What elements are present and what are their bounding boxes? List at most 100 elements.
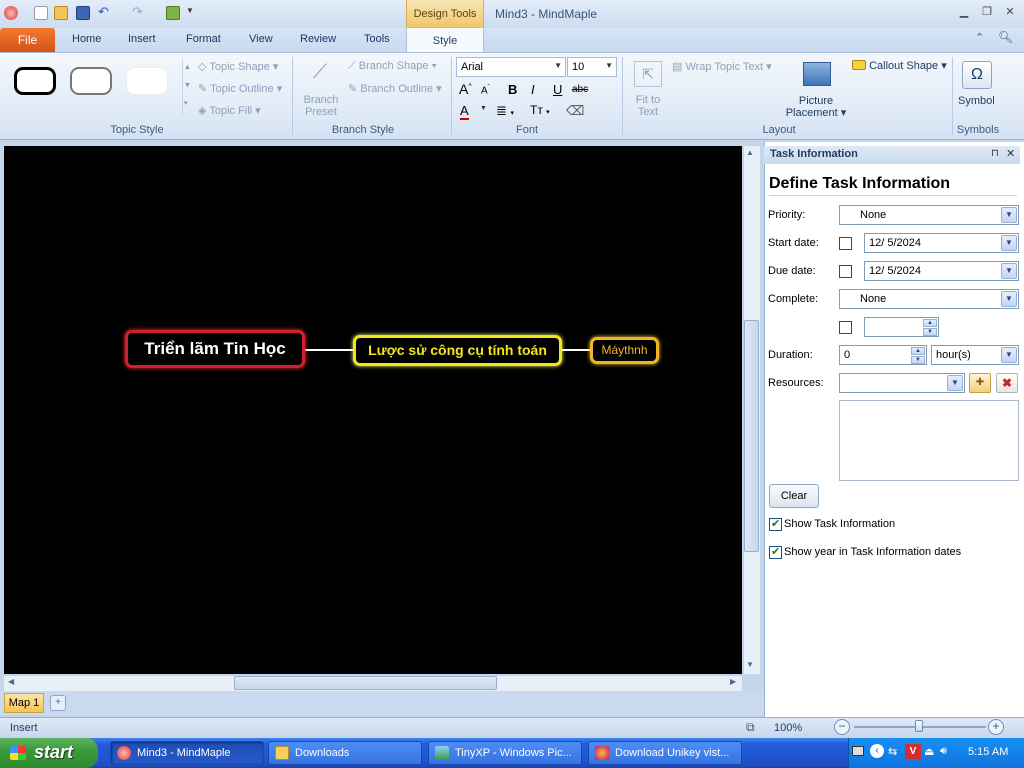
show-year-label: Show year in Task Information dates [784, 546, 962, 558]
branch-preset-icon: ⟋ [313, 61, 327, 83]
scroll-up-icon[interactable]: ▲ [746, 148, 754, 157]
taskbar-item-picture-viewer[interactable]: TinyXP - Windows Pic... [428, 741, 582, 765]
open-folder-icon[interactable] [54, 6, 68, 20]
search-icon[interactable]: 🔍︎ [998, 30, 1013, 44]
shrink-font-icon[interactable]: Aˇ [481, 85, 490, 96]
taskbar-item-browser[interactable]: Download Unikey vist... [588, 741, 742, 765]
underline-button[interactable]: U [553, 82, 562, 97]
leaf-topic[interactable]: Máythnh [590, 337, 659, 364]
due-date-picker[interactable]: 12/ 5/2024 ▼ [864, 261, 1019, 281]
folder-icon [275, 746, 289, 760]
resources-list[interactable] [839, 400, 1019, 481]
horizontal-scroll-thumb[interactable] [234, 676, 497, 690]
qat-dropdown-icon[interactable]: ▼ [186, 6, 200, 20]
help-collapse-icon[interactable]: ⌃ [975, 31, 984, 44]
windows-logo-icon [10, 746, 26, 760]
fit-map-icon[interactable]: ⧉ [746, 720, 755, 735]
minimize-button[interactable]: ▁ [957, 6, 971, 18]
clear-format-icon[interactable]: ⌫ [566, 103, 584, 119]
app-logo-icon[interactable] [4, 6, 18, 20]
scroll-down-icon[interactable]: ▼ [746, 660, 754, 669]
panel-close-icon[interactable]: ✕ [1006, 147, 1015, 160]
sheet-tab-map1[interactable]: Map 1 [4, 693, 44, 713]
bold-button[interactable]: B [508, 82, 517, 97]
resources-select[interactable]: ▼ [839, 373, 965, 393]
close-button[interactable]: ✕ [1003, 6, 1017, 18]
network-icon[interactable]: ⇆ [888, 745, 897, 758]
unikey-icon[interactable]: V [905, 744, 921, 759]
remove-resource-icon[interactable]: ✖ [996, 373, 1018, 393]
tab-tools[interactable]: Tools [364, 33, 390, 45]
zoom-slider-thumb[interactable] [915, 720, 923, 732]
tab-home[interactable]: Home [72, 33, 101, 45]
strikethrough-button[interactable]: abc [572, 84, 588, 95]
start-date-picker[interactable]: 12/ 5/2024 ▼ [864, 233, 1019, 253]
due-date-label: Due date: [768, 265, 816, 277]
picture-placement-button[interactable]: Picture Placement ▾ [780, 95, 852, 119]
restore-button[interactable]: ❐ [980, 6, 994, 18]
window-title: Mind3 - MindMaple [495, 7, 598, 21]
new-file-icon[interactable] [34, 6, 48, 20]
tab-file[interactable]: File [0, 28, 55, 52]
zoom-in-icon[interactable]: + [988, 719, 1004, 735]
add-resource-icon[interactable]: ✚ [969, 373, 991, 393]
tab-format[interactable]: Format [186, 33, 221, 45]
show-year-checkbox[interactable] [769, 545, 782, 559]
tab-review[interactable]: Review [300, 33, 336, 45]
grow-font-icon[interactable]: A^ [459, 81, 472, 97]
taskbar-item-downloads[interactable]: Downloads [268, 741, 422, 765]
font-color-dropdown-icon[interactable]: ▼ [480, 105, 487, 112]
scroll-right-icon[interactable]: ▶ [730, 677, 736, 686]
symbol-button[interactable]: Symbol [958, 95, 995, 107]
taskbar-item-mindmaple[interactable]: Mind3 - MindMaple [110, 741, 264, 765]
task-panel-header: Task Information [764, 146, 1020, 164]
start-button[interactable]: start [0, 738, 98, 768]
font-family-select[interactable]: Arial ▼ [456, 57, 566, 77]
group-label-symbols: Symbols [956, 124, 1000, 136]
clear-button[interactable]: Clear [769, 484, 819, 508]
complete-select[interactable]: None ▼ [839, 289, 1019, 309]
align-icon[interactable]: ≣ ▾ [496, 103, 514, 119]
subtopic[interactable]: Lược sử công cụ tính toán [353, 335, 562, 366]
complete-percent-checkbox[interactable] [839, 321, 852, 334]
safely-remove-icon[interactable]: ⏏ [924, 745, 934, 758]
complete-percent-spinner[interactable]: ▲ ▼ [864, 317, 939, 337]
wrap-topic-text-button: ▤ Wrap Topic Text ▾ [672, 61, 772, 73]
due-date-checkbox[interactable] [839, 265, 852, 278]
start-date-checkbox[interactable] [839, 237, 852, 250]
change-case-icon[interactable]: Tт ▾ [530, 103, 550, 117]
browser-icon [595, 746, 609, 760]
priority-select[interactable]: None ▼ [839, 205, 1019, 225]
topic-style-preset-2[interactable] [70, 67, 112, 95]
topic-style-preset-1[interactable] [14, 67, 56, 95]
duration-input[interactable]: 0 ▲ ▼ [839, 345, 927, 365]
tab-view[interactable]: View [249, 33, 273, 45]
volume-icon[interactable]: 🔊︎ [940, 745, 947, 758]
italic-button[interactable]: I [531, 82, 535, 97]
group-label-branch-style: Branch Style [331, 124, 395, 136]
tab-style[interactable]: Style [406, 27, 484, 53]
export-icon[interactable] [166, 6, 180, 20]
duration-unit-select[interactable]: hour(s) ▼ [931, 345, 1019, 365]
topic-style-preset-3[interactable] [126, 67, 168, 95]
callout-shape-button[interactable]: Callout Shape ▾ [852, 59, 947, 72]
mind-map-canvas[interactable] [4, 146, 742, 674]
zoom-out-icon[interactable]: − [834, 719, 850, 735]
font-size-select[interactable]: 10 ▼ [567, 57, 617, 77]
topic-outline-button: ✎ Topic Outline ▾ [198, 83, 283, 95]
save-icon[interactable] [76, 6, 90, 20]
style-gallery-scroll[interactable]: ▲ ▼ ▾ [182, 59, 192, 115]
pin-icon[interactable]: ⊓ [991, 148, 999, 159]
add-sheet-icon[interactable]: + [50, 695, 66, 711]
tray-expand-icon[interactable]: ‹ [870, 744, 884, 758]
vertical-scroll-thumb[interactable] [744, 320, 759, 552]
symbol-icon[interactable]: Ω [962, 61, 992, 89]
scroll-left-icon[interactable]: ◀ [8, 677, 14, 686]
central-topic[interactable]: Triển lãm Tin Học [125, 330, 305, 368]
font-color-icon[interactable]: A [460, 103, 469, 120]
picture-placement-icon[interactable] [803, 62, 831, 86]
tab-insert[interactable]: Insert [128, 33, 156, 45]
show-task-info-checkbox[interactable] [769, 517, 782, 531]
undo-icon[interactable]: ↶ [98, 5, 112, 20]
keyboard-icon[interactable] [852, 746, 864, 756]
